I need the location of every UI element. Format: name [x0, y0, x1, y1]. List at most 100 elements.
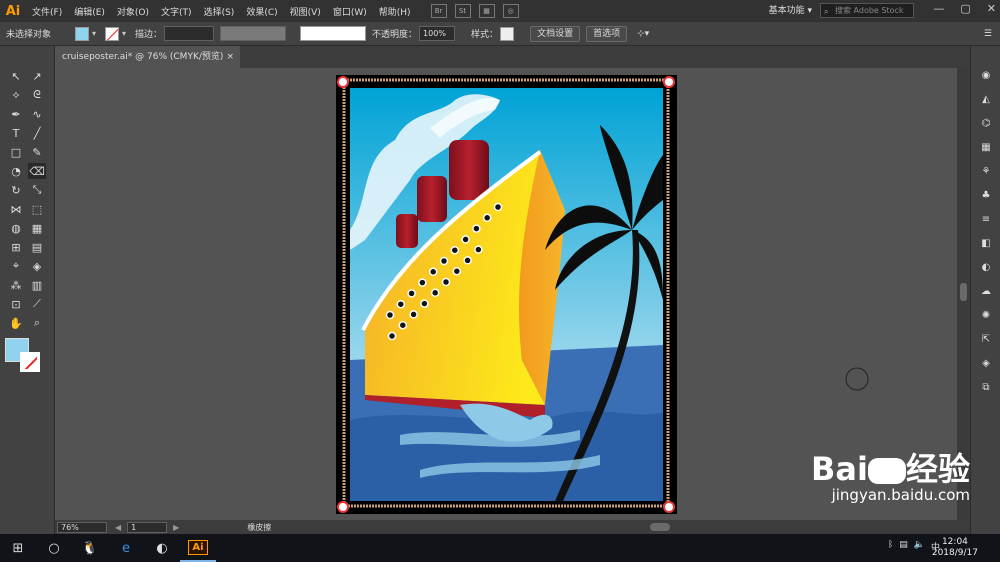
fill-swatch[interactable] [75, 26, 90, 41]
menu-item-7[interactable]: 窗口(W) [327, 5, 373, 18]
gradient-tool-icon[interactable]: ▤ [28, 239, 46, 255]
clock-time: 12:04 [941, 537, 968, 547]
artboard-nav-first-icon[interactable]: ◀ [115, 523, 121, 532]
symbols-icon[interactable]: ⚘ [978, 164, 994, 178]
stroke-weight-field[interactable] [164, 26, 215, 41]
artboard-tool-icon[interactable]: ⊡ [7, 296, 25, 312]
edge-browser-icon[interactable]: e [108, 534, 144, 562]
minimize-button[interactable]: — [933, 2, 944, 15]
direct-selection-tool-icon[interactable]: ↗ [28, 68, 46, 84]
paw-logo-icon [867, 458, 906, 484]
stock-button[interactable]: St [454, 4, 471, 18]
scroll-thumb[interactable] [960, 283, 967, 301]
scale-tool-icon[interactable]: ⤡ [28, 182, 46, 198]
gradient-icon[interactable]: ◧ [978, 236, 994, 250]
blend-tool-icon[interactable]: ◈ [28, 258, 46, 274]
brushes-icon[interactable]: ⌬ [978, 116, 994, 130]
gpu-performance-icon[interactable]: ◎ [502, 4, 519, 18]
rectangle-tool-icon[interactable]: □ [7, 144, 25, 160]
layers-icon[interactable]: ◈ [978, 356, 994, 370]
menu-item-6[interactable]: 视图(V) [284, 5, 327, 18]
tools-panel: ↖ ↗ ✧ ᘓ ✒ ∿ T ╱ □ ✎ ◔ ⌫ ↻ ⤡ ⋈ ⬚ ◍ ▦ ⊞ ▤ ⌖ ◈ ⁂ ▥ ⊡ ⟋ ✋ ⌕ [0, 46, 55, 534]
line-tool-icon[interactable]: ╱ [28, 125, 46, 141]
stroke-swatch[interactable] [105, 26, 120, 41]
shape-builder-tool-icon[interactable]: ◍ [7, 220, 25, 236]
zoom-field[interactable]: 76% [57, 521, 107, 533]
close-tab-icon[interactable]: × [226, 46, 234, 68]
panel-menu-icon[interactable]: ☰ [984, 29, 992, 39]
menu-item-0[interactable]: 文件(F) [26, 5, 68, 18]
transparency-icon[interactable]: ◐ [978, 260, 994, 274]
color-panel-icon[interactable]: ◉ [978, 68, 994, 82]
watermark-brand2: 经验 [905, 450, 970, 488]
selection-status: 未选择对象 [6, 30, 52, 40]
menu-item-8[interactable]: 帮助(H) [373, 5, 417, 18]
menu-item-5[interactable]: 效果(C) [240, 5, 283, 18]
appearance-icon[interactable]: ☁ [978, 284, 994, 298]
shaper-tool-icon[interactable]: ◔ [7, 163, 25, 179]
free-transform-tool-icon[interactable]: ⬚ [28, 201, 46, 217]
bluetooth-icon[interactable]: ᛒ [888, 540, 893, 553]
chevron-down-icon[interactable]: ▾ [89, 29, 99, 38]
document-tab[interactable]: cruiseposter.ai* @ 76% (CMYK/预览) × [55, 46, 240, 68]
opacity-field[interactable]: 100% [419, 26, 456, 41]
pencil-tool-icon[interactable]: ✎ [28, 144, 46, 160]
close-window-button[interactable]: ✕ [987, 2, 996, 15]
stroke-color-swatch[interactable] [20, 352, 40, 372]
eyedropper-tool-icon[interactable]: ⌖ [7, 258, 25, 274]
stock-search-input[interactable]: ⌕ 搜索 Adobe Stock [820, 3, 914, 18]
clubs-icon[interactable]: ♣ [978, 188, 994, 202]
hand-tool-icon[interactable]: ✋ [7, 315, 25, 331]
artboard-nav-next-icon[interactable]: ▶ [173, 523, 179, 532]
selection-tool-icon[interactable]: ↖ [7, 68, 25, 84]
system-clock[interactable]: 12:04 2018/9/17 [932, 537, 978, 559]
menu-item-1[interactable]: 编辑(E) [68, 5, 111, 18]
document-setup-button[interactable]: 文档设置 [530, 25, 581, 42]
windows-start-icon[interactable]: ⊞ [0, 534, 36, 562]
chevron-down-icon[interactable]: ▾ [119, 29, 129, 38]
workspace-switcher[interactable]: 基本功能 ▾ [769, 3, 812, 16]
export-icon[interactable]: ⇱ [978, 332, 994, 346]
slice-tool-icon[interactable]: ⟋ [28, 296, 46, 312]
variable-width-profile[interactable] [220, 26, 287, 41]
network-icon[interactable]: ▤ [899, 540, 908, 553]
graph-tool-icon[interactable]: ▥ [28, 277, 46, 293]
color-guide-icon[interactable]: ◭ [978, 92, 994, 106]
graphic-styles-icon[interactable]: ✺ [978, 308, 994, 322]
search-circle-icon[interactable]: ○ [36, 534, 72, 562]
lasso-tool-icon[interactable]: ᘓ [28, 87, 46, 103]
swatches-icon[interactable]: ▦ [978, 140, 994, 154]
width-tool-icon[interactable]: ⋈ [7, 201, 25, 217]
mesh-tool-icon[interactable]: ⊞ [7, 239, 25, 255]
qq-icon[interactable]: 🐧 [72, 534, 108, 562]
preferences-button[interactable]: 首选项 [586, 25, 628, 42]
align-icon[interactable]: ⊹▾ [637, 29, 649, 39]
menu-list: 文件(F) 编辑(E) 对象(O) 文字(T) 选择(S) 效果(C) 视图(V) 窗口(W)… [26, 5, 417, 18]
photo-app-icon[interactable]: ◐ [144, 534, 180, 562]
current-tool-label: 橡皮擦 [247, 522, 272, 532]
brush-definition[interactable] [300, 26, 367, 41]
bridge-button[interactable]: Br [430, 4, 447, 18]
stroke-icon[interactable]: ≡ [978, 212, 994, 226]
pen-tool-icon[interactable]: ✒ [7, 106, 25, 122]
maximize-button[interactable]: ▢ [960, 2, 970, 15]
volume-icon[interactable]: 🔈 [914, 540, 925, 553]
magic-wand-tool-icon[interactable]: ✧ [7, 87, 25, 103]
menu-item-3[interactable]: 文字(T) [155, 5, 198, 18]
arrange-documents-icon[interactable]: ▦ [478, 4, 495, 18]
type-tool-icon[interactable]: T [7, 125, 25, 141]
artboard-number-field[interactable]: 1 [127, 521, 168, 533]
illustrator-logo-icon: Ai [5, 3, 21, 19]
zoom-tool-icon[interactable]: ⌕ [28, 315, 46, 331]
horizontal-scroll-thumb[interactable] [650, 523, 670, 531]
illustrator-taskbar-icon[interactable]: Ai [180, 534, 216, 562]
menu-item-2[interactable]: 对象(O) [111, 5, 155, 18]
eraser-tool-icon[interactable]: ⌫ [28, 163, 46, 179]
artboards-icon[interactable]: ⧉ [978, 380, 994, 394]
perspective-grid-tool-icon[interactable]: ▦ [28, 220, 46, 236]
rotate-tool-icon[interactable]: ↻ [7, 182, 25, 198]
curvature-tool-icon[interactable]: ∿ [28, 106, 46, 122]
symbol-sprayer-tool-icon[interactable]: ⁂ [7, 277, 25, 293]
graphic-style-swatch[interactable] [500, 26, 515, 41]
menu-item-4[interactable]: 选择(S) [198, 5, 241, 18]
